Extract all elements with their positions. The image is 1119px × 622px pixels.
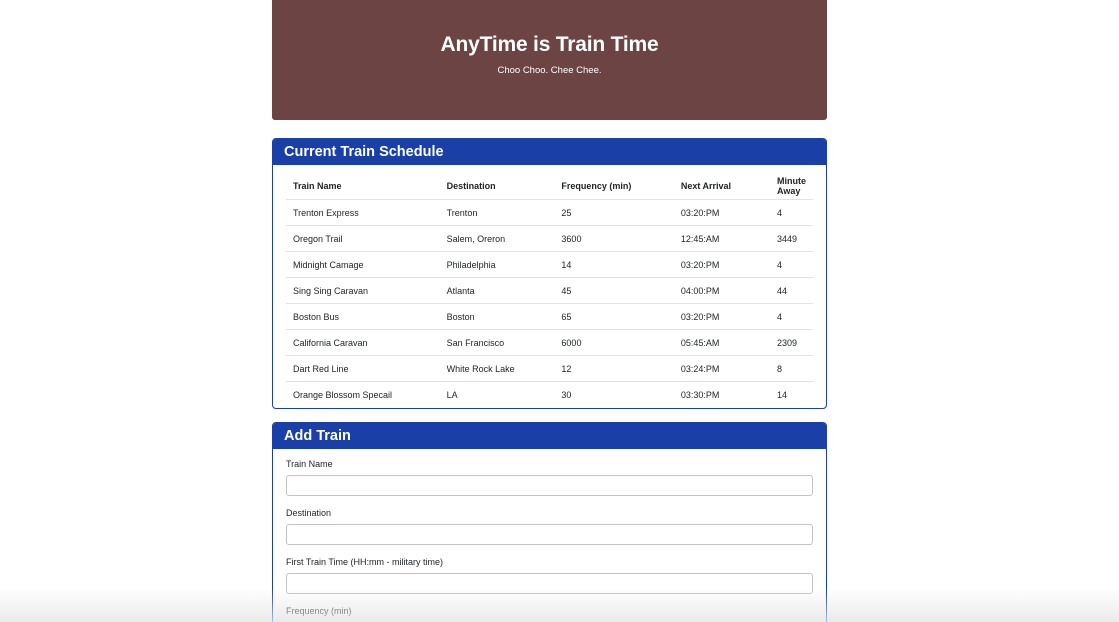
cell-destination: LA <box>446 389 458 400</box>
column-header-destination: Destination <box>439 173 555 200</box>
cell-next-arrival: 12:45:AM <box>673 225 770 252</box>
table-header-row: Train Name Destination Frequency (min) N… <box>286 173 813 200</box>
page: AnyTime is Train Time Choo Choo. Chee Ch… <box>0 0 1119 622</box>
table-row: Oregon Trail Salem, Oreron 3600 12:45:AM… <box>286 225 813 252</box>
column-header-train-name: Train Name <box>286 173 440 200</box>
cell-frequency: 12 <box>554 355 674 382</box>
cell-next-arrival: 05:45:AM <box>673 329 770 356</box>
cell-frequency: 3600 <box>554 225 674 252</box>
cell-train-name: Midnight Camage <box>286 251 440 278</box>
train-name-group: Train Name <box>286 459 813 496</box>
column-header-next-arrival: Next Arrival <box>673 173 770 200</box>
cell-destination: White Rock Lake <box>439 355 555 382</box>
cell-minutes-away: 2309 <box>770 329 813 356</box>
cell-frequency: 65 <box>554 303 674 330</box>
cell-destination: Boston <box>439 303 555 330</box>
cell-destination: San Francisco <box>439 329 555 356</box>
cell-next-arrival: 03:20:PM <box>673 303 770 330</box>
table-row: Sing Sing Caravan Atlanta 45 04:00:PM 44 <box>286 277 813 304</box>
cell-destination: Philadelphia <box>439 251 555 278</box>
schedule-table-wrapper: Train Name Destination Frequency (min) N… <box>273 165 826 407</box>
page-title: AnyTime is Train Time <box>440 33 659 56</box>
cell-minutes-away: 4 <box>770 199 813 226</box>
cell-train-name: Trenton Express <box>286 199 440 226</box>
cell-train-name: Sing Sing Caravan <box>286 277 440 304</box>
cell-train-name: Boston Bus <box>286 303 440 330</box>
schedule-table: Train Name Destination Frequency (min) N… <box>286 173 813 407</box>
column-header-minutes-away: Minute Away <box>770 173 813 200</box>
cell-destination: Salem, Oreron <box>439 225 555 252</box>
cell-frequency: 6000 <box>554 329 674 356</box>
destination-group: Destination <box>286 508 813 545</box>
cell-next-arrival: 03:20:PM <box>673 251 770 278</box>
cell-minutes-away: 14 <box>777 389 788 400</box>
header-banner: AnyTime is Train Time Choo Choo. Chee Ch… <box>272 0 827 120</box>
page-subtitle: Choo Choo. Chee Chee. <box>497 65 602 76</box>
cell-frequency: 25 <box>554 199 674 226</box>
first-train-time-label: First Train Time (HH:mm - military time) <box>286 557 443 567</box>
add-train-form: Train Name Destination First Train Time … <box>273 449 826 622</box>
train-name-input[interactable] <box>286 475 813 496</box>
add-train-card-header: Add Train <box>273 423 826 449</box>
column-header-frequency: Frequency (min) <box>554 173 674 200</box>
add-train-card: Add Train Train Name Destination First T… <box>272 422 827 622</box>
cell-next-arrival: 03:24:PM <box>673 355 770 382</box>
first-train-time-input[interactable] <box>286 573 813 594</box>
cell-next-arrival: 03:20:PM <box>673 199 770 226</box>
cell-frequency: 30 <box>561 389 572 400</box>
cell-next-arrival: 03:30:PM <box>680 389 720 400</box>
train-name-label: Train Name <box>286 459 333 469</box>
cell-train-name: Oregon Trail <box>286 225 440 252</box>
schedule-card: Current Train Schedule Train Name Destin… <box>272 138 827 409</box>
table-row: Boston Bus Boston 65 03:20:PM 4 <box>286 303 813 330</box>
destination-input[interactable] <box>286 524 813 545</box>
cell-minutes-away: 3449 <box>770 225 813 252</box>
table-row: Midnight Camage Philadelphia 14 03:20:PM… <box>286 251 813 278</box>
cell-train-name: Dart Red Line <box>286 355 440 382</box>
cell-frequency: 45 <box>554 277 674 304</box>
table-row: Orange Blossom Specail LA 30 03:30:PM 14 <box>286 382 813 408</box>
table-row: Trenton Express Trenton 25 03:20:PM 4 <box>286 199 813 226</box>
cell-minutes-away: 4 <box>770 303 813 330</box>
table-row: California Caravan San Francisco 6000 05… <box>286 329 813 356</box>
cell-minutes-away: 4 <box>770 251 813 278</box>
table-row: Dart Red Line White Rock Lake 12 03:24:P… <box>286 355 813 382</box>
cell-train-name: California Caravan <box>286 329 440 356</box>
cell-train-name: Orange Blossom Specail <box>293 389 393 400</box>
cell-minutes-away: 44 <box>770 277 813 304</box>
frequency-label: Frequency (min) <box>286 606 352 616</box>
cell-next-arrival: 04:00:PM <box>673 277 770 304</box>
first-train-time-group: First Train Time (HH:mm - military time) <box>286 557 813 594</box>
destination-label: Destination <box>286 508 332 518</box>
cell-destination: Atlanta <box>439 277 555 304</box>
frequency-group: Frequency (min) <box>286 606 813 622</box>
cell-minutes-away: 8 <box>770 355 813 382</box>
cell-destination: Trenton <box>439 199 555 226</box>
schedule-card-header: Current Train Schedule <box>273 139 826 165</box>
main-container: AnyTime is Train Time Choo Choo. Chee Ch… <box>272 0 827 622</box>
cell-frequency: 14 <box>554 251 674 278</box>
